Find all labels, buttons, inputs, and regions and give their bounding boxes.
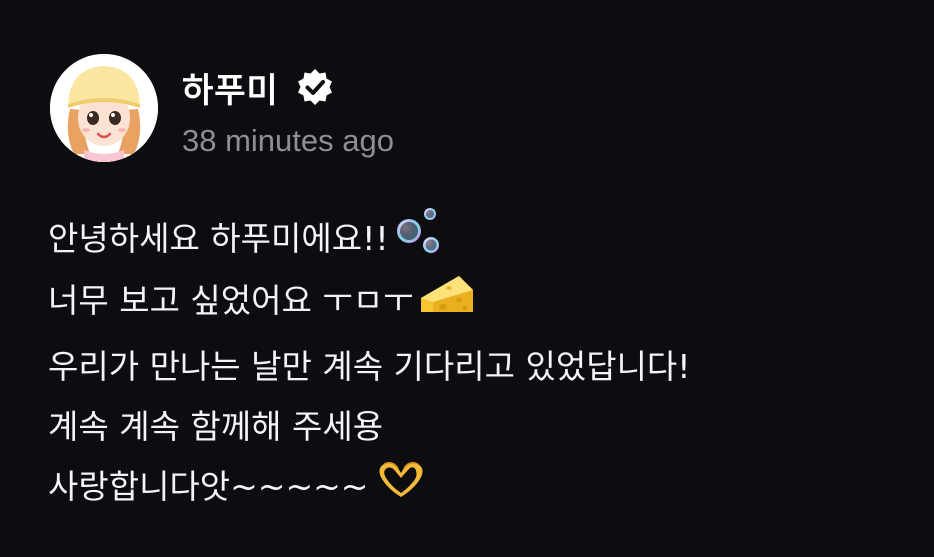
message-line: 안녕하세요 하푸미에요!! bbox=[48, 206, 908, 266]
heart-hands-icon bbox=[374, 459, 428, 509]
post-card: 하푸미 38 minutes ago 안녕하세요 하푸미에요!! 너무 보고 싶… bbox=[0, 0, 934, 557]
message-line: 너무 보고 싶었어요 ㅜㅁㅜ bbox=[48, 268, 908, 328]
author-avatar[interactable] bbox=[50, 54, 158, 162]
message-text: 사랑합니다앗~~~~~ bbox=[48, 467, 369, 506]
message-line: 우리가 만나는 날만 계속 기다리고 있었답니다! bbox=[48, 334, 908, 394]
author-name[interactable]: 하푸미 bbox=[182, 63, 279, 112]
message-body: 안녕하세요 하푸미에요!! 너무 보고 싶었어요 ㅜㅁㅜ 우리가 만나는 날만 … bbox=[48, 206, 908, 514]
cheese-icon bbox=[419, 272, 475, 324]
post-timestamp: 38 minutes ago bbox=[182, 123, 394, 158]
message-line: 사랑합니다앗~~~~~ bbox=[48, 454, 908, 514]
message-text: 우리가 만나는 날만 계속 기다리고 있었답니다! bbox=[48, 347, 691, 386]
bubbles-icon bbox=[395, 207, 441, 265]
cartoon-avatar-icon bbox=[50, 54, 158, 162]
message-text: 너무 보고 싶었어요 ㅜㅁㅜ bbox=[48, 281, 414, 320]
message-line: 계속 계속 함께해 주세용 bbox=[48, 394, 908, 454]
message-text: 안녕하세요 하푸미에요!! bbox=[48, 219, 389, 258]
verified-badge-icon bbox=[295, 67, 335, 107]
author-row: 하푸미 bbox=[182, 60, 335, 114]
message-text: 계속 계속 함께해 주세용 bbox=[48, 407, 384, 446]
